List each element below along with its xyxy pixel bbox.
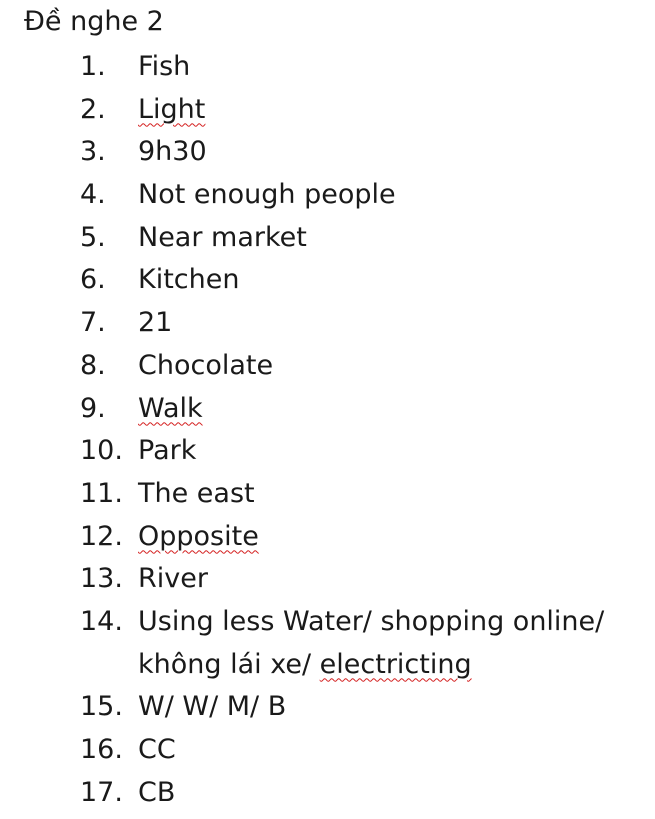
item-text: Park: [138, 435, 197, 467]
list-item: 17. CB: [0, 774, 655, 817]
item-text: Using less Water/ shopping online/ không…: [138, 603, 604, 688]
list-item: 4. Not enough people: [0, 176, 655, 219]
list-item: 2. Light: [0, 91, 655, 134]
item-text: 21: [138, 307, 173, 339]
item-number: 14.: [80, 605, 123, 637]
item-text: Near market: [138, 221, 307, 253]
item-number: 17.: [80, 776, 123, 808]
list-item: 3. 9h30: [0, 133, 655, 176]
item-number: 9.: [80, 392, 106, 424]
item-text: CB: [138, 776, 176, 808]
item-text: River: [138, 563, 208, 595]
item-text: Chocolate: [138, 349, 274, 381]
document-page: Đề nghe 2 1. Fish 2. Light 3. 9h30 4. No…: [0, 0, 655, 819]
item-number: 13.: [80, 563, 123, 595]
answer-list: 1. Fish 2. Light 3. 9h30 4. Not enough p…: [0, 48, 655, 816]
item-number: 10.: [80, 435, 123, 467]
item-text: Kitchen: [138, 264, 240, 296]
item-number: 12.: [80, 520, 123, 552]
item-number: 2.: [80, 93, 106, 125]
item-text: The east: [138, 477, 255, 509]
item-text-line-2: không lái xe/ electricting: [138, 646, 604, 689]
document-title: Đề nghe 2: [24, 6, 164, 37]
list-item: 10. Park: [0, 432, 655, 475]
list-item: 6. Kitchen: [0, 261, 655, 304]
list-item: 15. W/ W/ M/ B: [0, 688, 655, 731]
item-number: 16.: [80, 734, 123, 766]
item-text: Opposite: [138, 520, 259, 552]
item-number: 8.: [80, 349, 106, 381]
item-number: 5.: [80, 221, 106, 253]
item-number: 11.: [80, 477, 123, 509]
item-number: 1.: [80, 51, 106, 82]
item-text: Light: [138, 93, 206, 125]
list-item: 16. CC: [0, 731, 655, 774]
item-text: CC: [138, 734, 176, 766]
item-text: Walk: [138, 392, 203, 424]
item-number: 15.: [80, 691, 123, 723]
list-item: 13. River: [0, 560, 655, 603]
item-text: Fish: [138, 51, 191, 82]
list-item: 14. Using less Water/ shopping online/ k…: [0, 603, 655, 688]
list-item: 12. Opposite: [0, 518, 655, 561]
list-item: 5. Near market: [0, 219, 655, 262]
list-item: 7. 21: [0, 304, 655, 347]
item-number: 4.: [80, 179, 106, 211]
item-text: W/ W/ M/ B: [138, 691, 287, 723]
item-text-line-2-part-2: electricting: [319, 648, 472, 680]
item-number: 6.: [80, 264, 106, 296]
list-item: 9. Walk: [0, 390, 655, 433]
item-text-line-1: Using less Water/ shopping online/: [138, 605, 605, 637]
item-number: 3.: [80, 136, 106, 168]
list-item: 8. Chocolate: [0, 347, 655, 390]
item-text: Not enough people: [138, 179, 396, 211]
item-number: 7.: [80, 307, 106, 339]
list-item: 11. The east: [0, 475, 655, 518]
item-text-line-2-part-1: không lái xe/: [138, 648, 320, 680]
item-text: 9h30: [138, 136, 207, 168]
list-item: 1. Fish: [0, 48, 655, 91]
